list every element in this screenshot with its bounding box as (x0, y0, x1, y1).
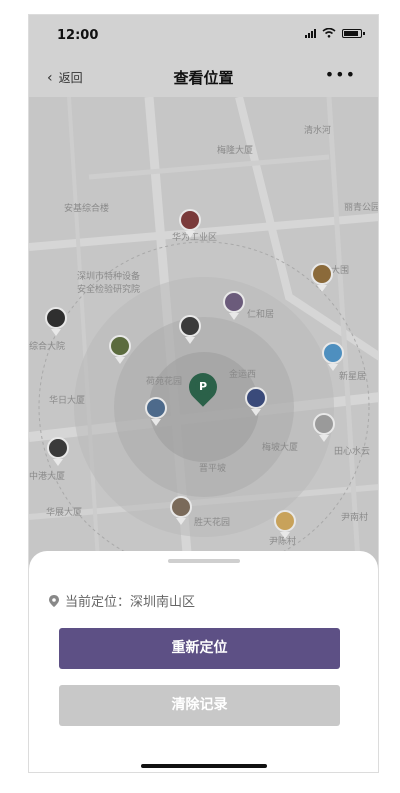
poi-label: 华展大厦 (46, 508, 83, 518)
wifi-icon (322, 28, 336, 38)
poi-label: 胜天花园 (194, 518, 231, 528)
bottom-sheet: 当前定位：深圳南山区 重新定位 清除记录 (29, 551, 378, 772)
user-avatar-pin[interactable] (45, 307, 67, 336)
poi-label: 清水河 (304, 126, 332, 136)
poi-label: 金运西 (229, 370, 257, 380)
poi-label: 丽青公园 (344, 203, 378, 213)
clear-records-button[interactable]: 清除记录 (59, 685, 340, 726)
poi-label: 仁和居 (247, 310, 275, 320)
user-avatar-pin[interactable] (47, 437, 69, 466)
poi-label: 安基综合楼 (64, 204, 110, 214)
relocate-button[interactable]: 重新定位 (59, 628, 340, 669)
user-avatar-pin[interactable] (179, 315, 201, 344)
user-avatar-pin[interactable] (179, 209, 201, 238)
status-icons (305, 28, 365, 38)
poi-label: 梅坡大厦 (262, 443, 299, 453)
poi-label: 华日大厦 (49, 396, 86, 406)
user-avatar-pin[interactable] (109, 335, 131, 364)
user-avatar-pin[interactable] (170, 496, 192, 525)
user-avatar-pin[interactable] (311, 263, 333, 292)
user-avatar-pin[interactable] (223, 291, 245, 320)
user-avatar-pin[interactable] (274, 510, 296, 539)
location-pin-icon (49, 594, 59, 607)
poi-label: 大围 (331, 266, 350, 276)
poi-label: 田心水云 (334, 447, 371, 457)
map-view[interactable]: 清水河 梅隆大厦 丽青公园 安基综合楼 华为工业区 深圳市特种设备 安全检验研究… (29, 97, 378, 577)
poi-label: 中港大厦 (29, 472, 66, 482)
current-location-row: 当前定位：深圳南山区 (49, 591, 195, 610)
location-p-icon: P (195, 379, 211, 395)
current-location-text: 当前定位：深圳南山区 (65, 595, 196, 610)
poi-label: 新星居 (339, 372, 367, 382)
poi-label: 深圳市特种设备 安全检验研究院 (77, 272, 141, 295)
phone-frame: 12:00 ‹ 返回 查看位置 ••• 清水河 梅隆大厦 丽青公园 安基综合楼 … (28, 14, 379, 773)
user-avatar-pin[interactable] (313, 413, 335, 442)
nav-bar: ‹ 返回 查看位置 ••• (29, 57, 378, 97)
battery-icon (342, 28, 365, 38)
home-indicator (141, 764, 267, 768)
status-bar: 12:00 (29, 15, 378, 57)
status-time: 12:00 (57, 28, 99, 43)
user-avatar-pin[interactable] (322, 342, 344, 371)
poi-label: 梅隆大厦 (217, 146, 254, 156)
user-avatar-pin[interactable] (145, 397, 167, 426)
poi-label: 荷苑花园 (146, 377, 183, 387)
poi-label: 综合大院 (29, 342, 66, 352)
signal-icon (305, 28, 316, 38)
user-avatar-pin[interactable] (245, 387, 267, 416)
sheet-handle[interactable] (168, 559, 240, 563)
poi-label: 尹南村 (341, 513, 369, 523)
more-icon[interactable]: ••• (325, 65, 356, 84)
poi-label: 晋平坡 (199, 464, 227, 474)
